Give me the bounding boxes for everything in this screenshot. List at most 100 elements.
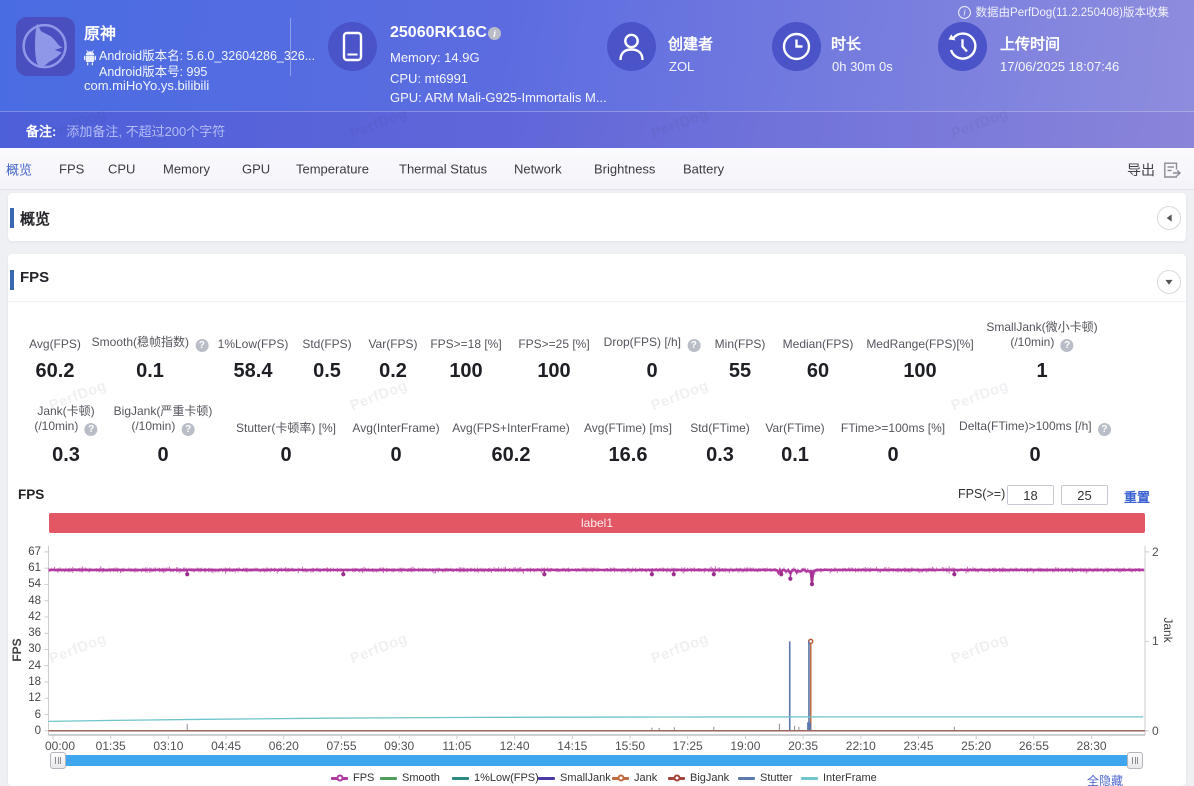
tab-memory[interactable]: Memory <box>163 161 210 176</box>
y-tick-left: 67 <box>28 545 41 558</box>
metric-label: Var(FPS) <box>368 337 418 351</box>
y-tick-left: 48 <box>28 594 41 607</box>
metric-label: MedRange(FPS)[%] <box>866 337 974 351</box>
legend-marker-icon <box>668 774 685 782</box>
y-tick-right: 0 <box>1152 723 1159 738</box>
legend-marker-icon <box>452 776 469 780</box>
series-fps-fuzz <box>48 566 1145 585</box>
remark-placeholder[interactable]: 添加备注, 不超过200个字符 <box>66 121 225 140</box>
reset-link[interactable]: 重置 <box>1124 487 1150 506</box>
info-icon[interactable]: i <box>488 27 501 40</box>
y-axis-title-left: FPS <box>10 638 24 662</box>
metric-label: FPS>=25 [%] <box>518 337 590 351</box>
tab-network[interactable]: Network <box>514 161 562 176</box>
help-icon[interactable]: ? <box>195 339 209 352</box>
caret-left-icon <box>1166 214 1172 222</box>
header-divider <box>290 18 291 76</box>
grip-line <box>1137 757 1138 764</box>
y-axis-title-right: Jank <box>1161 617 1175 643</box>
metric-value: 0 <box>280 444 292 466</box>
legend-smalljank[interactable]: SmallJank <box>538 770 611 786</box>
tab-概览[interactable]: 概览 <box>6 159 32 178</box>
datazoom-handle-left[interactable] <box>50 752 66 769</box>
legend-interframe[interactable]: InterFrame <box>801 770 877 786</box>
app-package: com.miHoYo.ys.bilibili <box>84 78 210 93</box>
fps-dip-dot <box>185 572 190 577</box>
legend-smooth[interactable]: Smooth <box>380 770 440 786</box>
legend-stutter[interactable]: Stutter <box>738 770 792 786</box>
legend-label: SmallJank <box>560 772 611 784</box>
tab-bar: 概览 FPS CPU Memory GPU Temperature Thermal Stat… <box>0 148 1194 190</box>
legend-label: InterFrame <box>823 772 877 784</box>
fps-dip-dot <box>711 572 716 577</box>
metric-value: 0.2 <box>379 360 407 382</box>
export-button[interactable]: 导出 <box>1127 148 1182 192</box>
metric-value: 60.2 <box>491 444 531 466</box>
x-tick: 28:30 <box>1076 739 1107 753</box>
legend-marker-icon <box>380 776 397 780</box>
tab-thermal-status[interactable]: Thermal Status <box>399 161 487 176</box>
section-header: 概览 <box>8 193 1186 240</box>
device-model: 25060RK16C <box>390 24 487 41</box>
upload-time-value: 17/06/2025 18:07:46 <box>1000 59 1120 74</box>
metric-value: 0 <box>887 444 899 466</box>
grip-line <box>1134 757 1136 764</box>
section-accent-bar <box>10 208 14 228</box>
help-icon[interactable]: ? <box>1060 339 1074 352</box>
legend-marker-icon <box>331 774 348 782</box>
legend-bigjank[interactable]: BigJank <box>668 770 729 786</box>
fps-dip-dot <box>671 572 676 577</box>
creator-value: ZOL <box>669 59 695 74</box>
metric-value: 0 <box>390 444 402 466</box>
device-icon <box>328 22 377 71</box>
datazoom-track[interactable] <box>66 755 1127 766</box>
legend-marker-icon <box>538 776 555 780</box>
fps-dip-dot <box>542 572 547 577</box>
metric-label: Median(FPS) <box>782 337 854 351</box>
help-icon[interactable]: ? <box>1097 423 1111 436</box>
tab-fps[interactable]: FPS <box>59 161 84 176</box>
metric-label: Avg(InterFrame) <box>352 421 440 435</box>
export-icon <box>1164 162 1182 178</box>
x-tick: 00:00 <box>44 739 76 753</box>
y-tick-right: 1 <box>1152 634 1159 649</box>
datazoom-handle-right[interactable] <box>1127 752 1143 769</box>
version-note: i 数据由PerfDog(11.2.250408)版本收集 <box>957 4 1169 20</box>
help-icon[interactable]: ? <box>687 339 701 352</box>
metric-value: 0.3 <box>52 444 80 466</box>
fps-threshold-input-1[interactable] <box>1007 485 1054 505</box>
legend-1-low-fps-[interactable]: 1%Low(FPS) <box>452 770 539 786</box>
tab-gpu[interactable]: GPU <box>242 161 270 176</box>
help-icon[interactable]: ? <box>84 423 98 436</box>
tab-temperature[interactable]: Temperature <box>296 161 369 176</box>
help-icon[interactable]: ? <box>181 423 195 436</box>
tab-cpu[interactable]: CPU <box>108 161 135 176</box>
tab-brightness[interactable]: Brightness <box>594 161 655 176</box>
duration-value: 0h 30m 0s <box>832 59 893 74</box>
fps-dip-dot <box>788 576 793 581</box>
device-cpu: CPU: mt6991 <box>390 71 469 86</box>
metric-value: 0 <box>646 360 658 382</box>
x-tick: 17:25 <box>672 739 703 753</box>
header: 原神 Android版本名: 5.6.0_32604286_326... And… <box>0 0 1194 111</box>
remark-bar[interactable]: 备注: 添加备注, 不超过200个字符 <box>0 111 1194 148</box>
duration-label: 时长 <box>831 36 862 53</box>
x-tick: 19:00 <box>730 739 761 753</box>
fps-threshold-input-2[interactable] <box>1061 485 1108 505</box>
metric-label: Delta(FTime)>100ms [/h] ? <box>959 419 1111 436</box>
y-tick-left: 0 <box>34 724 41 737</box>
y-tick-left: 54 <box>28 578 41 591</box>
metric-value: 55 <box>728 360 752 382</box>
x-tick: 12:40 <box>499 739 530 753</box>
hide-all-link[interactable]: 全隐藏 <box>1087 772 1123 786</box>
metric-label: BigJank(严重卡顿) (/10min) ? <box>113 404 213 436</box>
tab-battery[interactable]: Battery <box>683 161 724 176</box>
legend-fps[interactable]: FPS <box>331 770 374 786</box>
overview-collapse-button[interactable] <box>1157 206 1181 230</box>
metric-label: 1%Low(FPS) <box>217 337 289 351</box>
info-icon: i <box>957 5 971 19</box>
creator-icon <box>607 22 656 71</box>
legend-jank[interactable]: Jank <box>612 770 657 786</box>
metric-value: 58.4 <box>233 360 273 382</box>
creator-label: 创建者 <box>668 36 714 53</box>
